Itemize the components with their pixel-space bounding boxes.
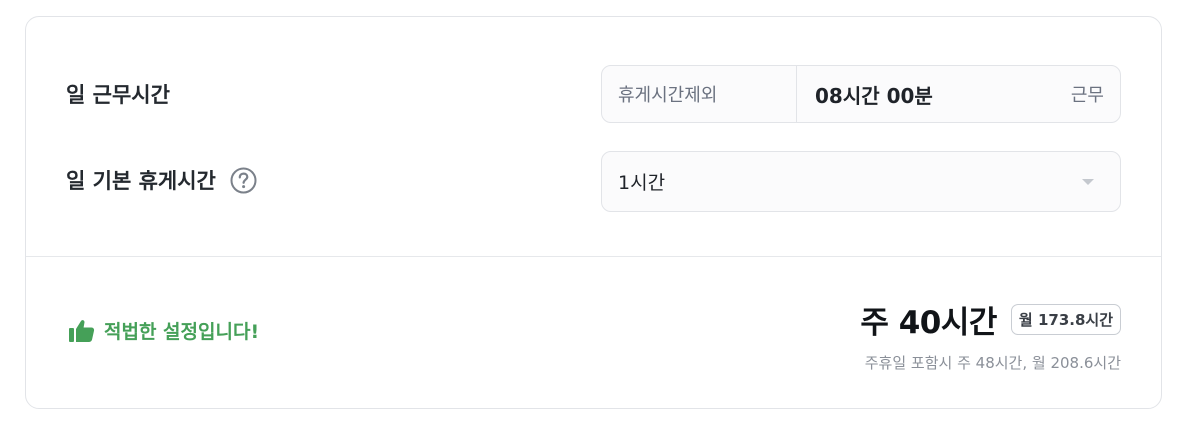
daily-break-label: 일 기본 휴게시간	[66, 165, 257, 195]
thumbs-up-icon	[68, 318, 96, 344]
daily-work-label: 일 근무시간	[66, 79, 170, 109]
work-hours-card: 일 근무시간 휴게시간제외 08시간 00분 근무 일 기본 휴게시간 1시간	[25, 16, 1162, 409]
daily-work-value[interactable]: 08시간 00분	[797, 80, 1071, 109]
daily-break-label-text: 일 기본 휴게시간	[66, 169, 216, 193]
daily-break-selected-value: 1시간	[618, 172, 666, 194]
chevron-down-icon	[1082, 178, 1094, 185]
holiday-included-note: 주휴일 포함시 주 48시간, 월 208.6시간	[864, 354, 1121, 372]
work-suffix: 근무	[1070, 85, 1104, 106]
hours-summary: 주 40시간 월 173.8시간 주휴일 포함시 주 48시간, 월 208.6…	[860, 297, 1121, 373]
daily-break-select[interactable]: 1시간	[601, 151, 1121, 212]
daily-work-field[interactable]: 휴게시간제외 08시간 00분 근무	[601, 65, 1121, 123]
question-circle-icon[interactable]	[230, 167, 257, 194]
daily-work-row: 일 근무시간 휴게시간제외 08시간 00분 근무	[26, 65, 1161, 123]
summary-main: 주 40시간 월 173.8시간	[860, 297, 1121, 342]
legal-status: 적법한 설정입니다!	[68, 317, 259, 344]
section-divider	[26, 256, 1161, 257]
daily-break-row: 일 기본 휴게시간 1시간	[26, 151, 1161, 212]
monthly-hours-badge: 월 173.8시간	[1010, 304, 1121, 335]
break-excluded-prefix: 휴게시간제외	[602, 66, 797, 122]
daily-work-label-text: 일 근무시간	[66, 83, 170, 107]
legal-status-text: 적법한 설정입니다!	[104, 321, 260, 343]
weekly-hours: 주 40시간	[860, 305, 997, 341]
